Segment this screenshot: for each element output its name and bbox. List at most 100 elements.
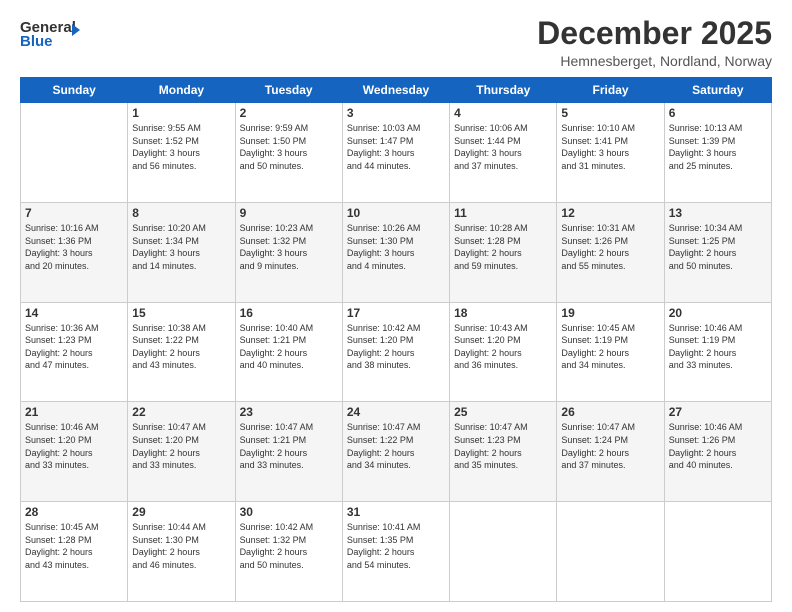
day-info-30: Sunrise: 10:42 AM Sunset: 1:32 PM Daylig…: [240, 521, 338, 571]
table-row: [21, 103, 128, 203]
day-number-3: 3: [347, 106, 445, 120]
day-number-29: 29: [132, 505, 230, 519]
table-row: 22Sunrise: 10:47 AM Sunset: 1:20 PM Dayl…: [128, 402, 235, 502]
day-info-25: Sunrise: 10:47 AM Sunset: 1:23 PM Daylig…: [454, 421, 552, 471]
day-number-9: 9: [240, 206, 338, 220]
table-row: 20 Sunrise: 10:46 AM Sunset: 1:19 PM Dayl…: [664, 302, 771, 402]
day-info-1: Sunrise: 9:55 AM Sunset: 1:52 PM Dayligh…: [132, 122, 230, 172]
day-info-2: Sunrise: 9:59 AM Sunset: 1:50 PM Dayligh…: [240, 122, 338, 172]
week-row-4: 21 Sunrise: 10:46 AM Sunset: 1:20 PM Dayl…: [21, 402, 772, 502]
table-row: 25 Sunrise: 10:47 AM Sunset: 1:23 PM Dayl…: [450, 402, 557, 502]
table-row: [450, 502, 557, 602]
day-number-1: 1: [132, 106, 230, 120]
day-info-31: Sunrise: 10:41 AM Sunset: 1:35 PM Daylig…: [347, 521, 445, 571]
logo-svg: GeneralBlue: [20, 16, 80, 52]
table-row: 3 Sunrise: 10:03 AM Sunset: 1:47 PM Dayli…: [342, 103, 449, 203]
day-info-17: Sunrise: 10:42 AM Sunset: 1:20 PM Daylig…: [347, 322, 445, 372]
day-info-8: Sunrise: 10:20 AM Sunset: 1:34 PM Daylig…: [132, 222, 230, 272]
day-number-23: 23: [240, 405, 338, 419]
day-number-27: 27: [669, 405, 767, 419]
header: GeneralBlue December 2025 Hemnesberget, …: [20, 16, 772, 69]
day-number-6: 6: [669, 106, 767, 120]
day-number-12: 12: [561, 206, 659, 220]
day-info-16: Sunrise: 10:40 AM Sunset: 1:21 PM Daylig…: [240, 322, 338, 372]
day-info-4: Sunrise: 10:06 AM Sunset: 1:44 PM Daylig…: [454, 122, 552, 172]
day-info-15: Sunrise: 10:38 AM Sunset: 1:22 PM Daylig…: [132, 322, 230, 372]
day-number-8: 8: [132, 206, 230, 220]
day-info-21: Sunrise: 10:46 AM Sunset: 1:20 PM Daylig…: [25, 421, 123, 471]
day-number-17: 17: [347, 306, 445, 320]
table-row: 17 Sunrise: 10:42 AM Sunset: 1:20 PM Dayl…: [342, 302, 449, 402]
col-thursday: Thursday: [450, 78, 557, 103]
day-number-18: 18: [454, 306, 552, 320]
table-row: 15 Sunrise: 10:38 AM Sunset: 1:22 PM Dayl…: [128, 302, 235, 402]
table-row: 19Sunrise: 10:45 AM Sunset: 1:19 PM Dayl…: [557, 302, 664, 402]
day-info-12: Sunrise: 10:31 AM Sunset: 1:26 PM Daylig…: [561, 222, 659, 272]
table-row: 21 Sunrise: 10:46 AM Sunset: 1:20 PM Dayl…: [21, 402, 128, 502]
day-info-24: Sunrise: 10:47 AM Sunset: 1:22 PM Daylig…: [347, 421, 445, 471]
table-row: 4 Sunrise: 10:06 AM Sunset: 1:44 PM Dayli…: [450, 103, 557, 203]
table-row: 24 Sunrise: 10:47 AM Sunset: 1:22 PM Dayl…: [342, 402, 449, 502]
col-wednesday: Wednesday: [342, 78, 449, 103]
table-row: 29Sunrise: 10:44 AM Sunset: 1:30 PM Dayl…: [128, 502, 235, 602]
day-info-3: Sunrise: 10:03 AM Sunset: 1:47 PM Daylig…: [347, 122, 445, 172]
day-number-20: 20: [669, 306, 767, 320]
week-row-5: 28 Sunrise: 10:45 AM Sunset: 1:28 PM Dayl…: [21, 502, 772, 602]
col-sunday: Sunday: [21, 78, 128, 103]
day-number-4: 4: [454, 106, 552, 120]
day-number-2: 2: [240, 106, 338, 120]
day-info-22: Sunrise: 10:47 AM Sunset: 1:20 PM Daylig…: [132, 421, 230, 471]
day-number-25: 25: [454, 405, 552, 419]
table-row: 27 Sunrise: 10:46 AM Sunset: 1:26 PM Dayl…: [664, 402, 771, 502]
col-saturday: Saturday: [664, 78, 771, 103]
col-monday: Monday: [128, 78, 235, 103]
day-number-11: 11: [454, 206, 552, 220]
day-info-28: Sunrise: 10:45 AM Sunset: 1:28 PM Daylig…: [25, 521, 123, 571]
month-title: December 2025: [537, 16, 772, 51]
table-row: 9Sunrise: 10:23 AM Sunset: 1:32 PM Dayli…: [235, 202, 342, 302]
day-number-13: 13: [669, 206, 767, 220]
table-row: 31 Sunrise: 10:41 AM Sunset: 1:35 PM Dayl…: [342, 502, 449, 602]
table-row: [557, 502, 664, 602]
table-row: 1 Sunrise: 9:55 AM Sunset: 1:52 PM Daylig…: [128, 103, 235, 203]
table-row: 26 Sunrise: 10:47 AM Sunset: 1:24 PM Dayl…: [557, 402, 664, 502]
day-info-20: Sunrise: 10:46 AM Sunset: 1:19 PM Daylig…: [669, 322, 767, 372]
table-row: 12 Sunrise: 10:31 AM Sunset: 1:26 PM Dayl…: [557, 202, 664, 302]
day-info-26: Sunrise: 10:47 AM Sunset: 1:24 PM Daylig…: [561, 421, 659, 471]
day-number-28: 28: [25, 505, 123, 519]
day-number-10: 10: [347, 206, 445, 220]
table-row: 28 Sunrise: 10:45 AM Sunset: 1:28 PM Dayl…: [21, 502, 128, 602]
day-number-30: 30: [240, 505, 338, 519]
col-tuesday: Tuesday: [235, 78, 342, 103]
day-number-24: 24: [347, 405, 445, 419]
day-info-10: Sunrise: 10:26 AM Sunset: 1:30 PM Daylig…: [347, 222, 445, 272]
day-number-21: 21: [25, 405, 123, 419]
day-info-14: Sunrise: 10:36 AM Sunset: 1:23 PM Daylig…: [25, 322, 123, 372]
col-friday: Friday: [557, 78, 664, 103]
calendar-header-row: Sunday Monday Tuesday Wednesday Thursday…: [21, 78, 772, 103]
day-number-15: 15: [132, 306, 230, 320]
table-row: [664, 502, 771, 602]
table-row: 18Sunrise: 10:43 AM Sunset: 1:20 PM Dayl…: [450, 302, 557, 402]
day-info-27: Sunrise: 10:46 AM Sunset: 1:26 PM Daylig…: [669, 421, 767, 471]
table-row: 11 Sunrise: 10:28 AM Sunset: 1:28 PM Dayl…: [450, 202, 557, 302]
subtitle: Hemnesberget, Nordland, Norway: [537, 53, 772, 69]
table-row: 13 Sunrise: 10:34 AM Sunset: 1:25 PM Dayl…: [664, 202, 771, 302]
day-number-19: 19: [561, 306, 659, 320]
table-row: 14Sunrise: 10:36 AM Sunset: 1:23 PM Dayl…: [21, 302, 128, 402]
day-number-5: 5: [561, 106, 659, 120]
svg-text:Blue: Blue: [20, 33, 53, 50]
table-row: 7Sunrise: 10:16 AM Sunset: 1:36 PM Dayli…: [21, 202, 128, 302]
table-row: 16Sunrise: 10:40 AM Sunset: 1:21 PM Dayl…: [235, 302, 342, 402]
week-row-3: 14Sunrise: 10:36 AM Sunset: 1:23 PM Dayl…: [21, 302, 772, 402]
title-block: December 2025 Hemnesberget, Nordland, No…: [537, 16, 772, 69]
page: GeneralBlue December 2025 Hemnesberget, …: [0, 0, 792, 612]
day-number-31: 31: [347, 505, 445, 519]
logo: GeneralBlue: [20, 16, 80, 52]
day-info-11: Sunrise: 10:28 AM Sunset: 1:28 PM Daylig…: [454, 222, 552, 272]
table-row: 8 Sunrise: 10:20 AM Sunset: 1:34 PM Dayli…: [128, 202, 235, 302]
day-info-5: Sunrise: 10:10 AM Sunset: 1:41 PM Daylig…: [561, 122, 659, 172]
day-number-26: 26: [561, 405, 659, 419]
day-info-13: Sunrise: 10:34 AM Sunset: 1:25 PM Daylig…: [669, 222, 767, 272]
calendar-table: Sunday Monday Tuesday Wednesday Thursday…: [20, 77, 772, 602]
